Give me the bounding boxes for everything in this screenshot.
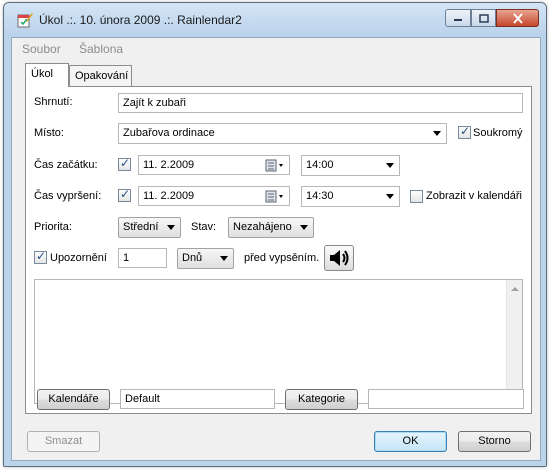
check-icon: ✓ — [120, 156, 131, 170]
speaker-icon — [330, 250, 349, 266]
chevron-down-icon — [386, 194, 394, 199]
reminder-suffix: před vypsěním. — [244, 252, 320, 264]
minimize-button[interactable] — [445, 9, 471, 27]
rainlendar-icon — [17, 13, 33, 28]
chevron-down-icon — [167, 225, 175, 230]
check-icon: ✓ — [36, 249, 47, 263]
location-combobox[interactable]: Zubařova ordinace — [118, 123, 447, 144]
due-time-select[interactable]: 14:30 — [301, 186, 400, 207]
chevron-down-icon — [386, 163, 394, 168]
reminder-amount-input[interactable]: 1 — [118, 248, 167, 268]
calendar-dropdown-icon[interactable] — [265, 159, 287, 173]
calendar-input[interactable]: Default — [120, 389, 275, 409]
reminder-checkbox[interactable]: ✓ — [34, 249, 47, 264]
location-value: Zubařova ordinace — [123, 127, 215, 139]
status-select[interactable]: Nezahájeno — [228, 217, 314, 238]
window-title: Úkol .:. 10. února 2009 .:. Rainlendar2 — [39, 13, 242, 27]
close-icon — [512, 12, 523, 24]
priority-label: Priorita: — [34, 221, 72, 233]
notes-scrollbar[interactable] — [506, 280, 522, 403]
maximize-button[interactable] — [471, 9, 496, 27]
categories-button[interactable]: Kategorie — [285, 389, 358, 410]
start-date-value: 11. 2.2009 — [143, 159, 195, 171]
start-checkbox[interactable]: ✓ — [118, 156, 131, 171]
summary-label: Shrnutí: — [34, 96, 73, 108]
minimize-icon — [454, 19, 462, 21]
reminder-unit-value: Dnů — [182, 252, 203, 264]
priority-value: Střední — [123, 221, 159, 233]
priority-select[interactable]: Střední — [118, 217, 181, 238]
menu-bar: Soubor Šablona — [12, 38, 540, 58]
start-time-value: 14:00 — [306, 159, 334, 171]
start-date-picker[interactable]: 11. 2.2009 — [138, 155, 290, 175]
ok-button[interactable]: OK — [374, 431, 447, 452]
dialog-client: Soubor Šablona Úkol Opakování Shrnutí: Z… — [11, 37, 541, 461]
title-bar[interactable]: Úkol .:. 10. února 2009 .:. Rainlendar2 — [4, 3, 546, 37]
notes-textarea[interactable] — [34, 279, 523, 404]
start-label: Čas začátku: — [34, 159, 98, 171]
menu-soubor[interactable]: Soubor — [22, 42, 61, 56]
due-label: Čas vypršení: — [34, 190, 102, 202]
private-checkbox[interactable]: ✓ — [458, 124, 471, 139]
due-checkbox[interactable]: ✓ — [118, 187, 131, 202]
status-value: Nezahájeno — [233, 221, 292, 233]
categories-input[interactable] — [368, 389, 524, 409]
summary-input[interactable]: Zajít k zubaři — [118, 93, 523, 113]
private-label: Soukromý — [473, 127, 523, 139]
calendar-dropdown-icon[interactable] — [265, 190, 287, 204]
due-date-picker[interactable]: 11. 2.2009 — [138, 186, 290, 206]
reminder-unit-select[interactable]: Dnů — [177, 248, 234, 269]
status-label: Stav: — [191, 221, 217, 233]
reminder-label: Upozornění — [50, 252, 107, 264]
due-time-value: 14:30 — [306, 190, 334, 202]
menu-sablona[interactable]: Šablona — [79, 42, 123, 56]
start-time-select[interactable]: 14:00 — [301, 155, 400, 176]
chevron-down-icon — [220, 256, 228, 261]
maximize-icon — [478, 13, 489, 23]
show-in-calendar-label: Zobrazit v kalendáři — [426, 190, 522, 202]
chevron-down-icon — [433, 131, 441, 136]
location-label: Místo: — [34, 127, 64, 139]
tab-ukol[interactable]: Úkol — [25, 63, 69, 87]
check-icon: ✓ — [120, 187, 131, 201]
due-date-value: 11. 2.2009 — [143, 190, 195, 202]
delete-button[interactable]: Smazat — [27, 431, 100, 452]
tab-opakovani[interactable]: Opakování — [69, 65, 132, 86]
task-panel: Shrnutí: Zajít k zubaři Místo: Zubařova … — [25, 86, 532, 414]
close-button[interactable] — [496, 9, 539, 27]
cancel-button[interactable]: Storno — [458, 431, 531, 452]
chevron-down-icon — [300, 225, 308, 230]
show-in-calendar-checkbox[interactable] — [410, 190, 423, 203]
calendars-button[interactable]: Kalendáře — [37, 389, 110, 410]
scroll-up-icon[interactable] — [511, 287, 519, 291]
sound-button[interactable] — [324, 245, 354, 271]
check-icon: ✓ — [460, 124, 471, 138]
task-dialog-window: Úkol .:. 10. února 2009 .:. Rainlendar2 … — [3, 2, 547, 467]
